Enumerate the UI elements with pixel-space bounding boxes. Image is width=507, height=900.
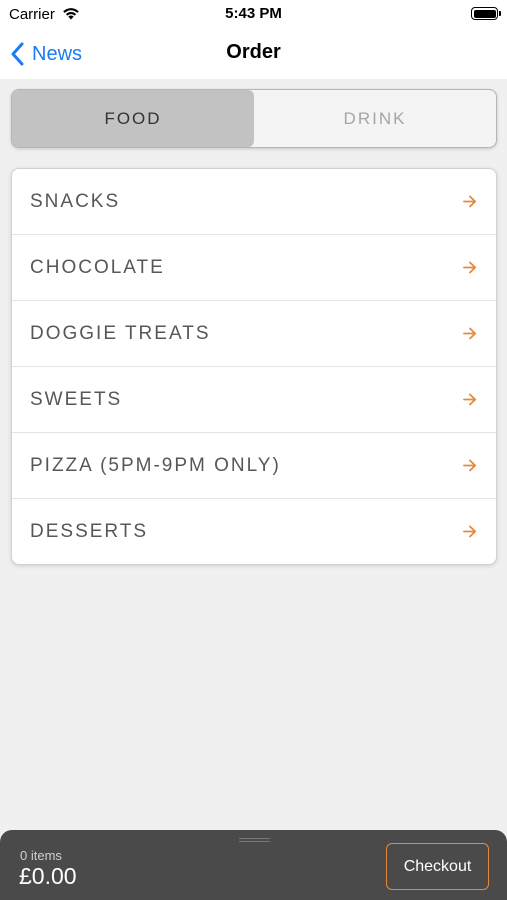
category-label: CHOCOLATE [30,256,165,278]
cart-total: £0.00 [19,863,77,889]
arrow-right-icon [463,195,477,208]
segment-drink[interactable]: DRINK [254,90,496,147]
arrow-right-icon [463,459,477,472]
cart-item-count: 0 items [20,848,62,863]
arrow-right-icon [463,261,477,274]
category-label: DESSERTS [30,521,149,542]
checkout-button[interactable]: Checkout [386,843,489,890]
status-time: 5:43 PM [225,5,282,22]
cart-bar[interactable]: 0 items £0.00 Checkout [0,830,507,900]
arrow-right-icon [463,393,477,406]
navigation-bar: News Order [0,28,507,79]
segment-food[interactable]: FOOD [12,90,254,147]
battery-nub [499,11,501,16]
category-row-chocolate[interactable]: CHOCOLATE [12,235,496,301]
category-row-sweets[interactable]: SWEETS [12,367,496,433]
category-label: DOGGIE TREATS [30,322,211,344]
category-label: PIZZA (5PM-9PM ONLY) [30,454,281,476]
order-screen: Carrier 5:43 PM News Order FOOD DRINK SN… [0,0,507,900]
battery-icon [471,7,498,20]
category-row-desserts[interactable]: DESSERTS [12,499,496,564]
arrow-right-icon [463,327,477,340]
drag-handle[interactable] [239,838,270,842]
category-list: SNACKS CHOCOLATE DOGGIE TREATS SWEETS PI… [11,168,497,565]
arrow-right-icon [463,525,477,538]
category-row-doggie-treats[interactable]: DOGGIE TREATS [12,301,496,367]
category-label: SWEETS [30,388,123,410]
page-title: Order [226,41,281,63]
category-row-pizza[interactable]: PIZZA (5PM-9PM ONLY) [12,433,496,499]
category-label: SNACKS [30,190,121,212]
food-drink-segmented-control: FOOD DRINK [11,89,497,148]
category-row-snacks[interactable]: SNACKS [12,169,496,235]
status-bar: Carrier 5:43 PM [0,0,507,28]
